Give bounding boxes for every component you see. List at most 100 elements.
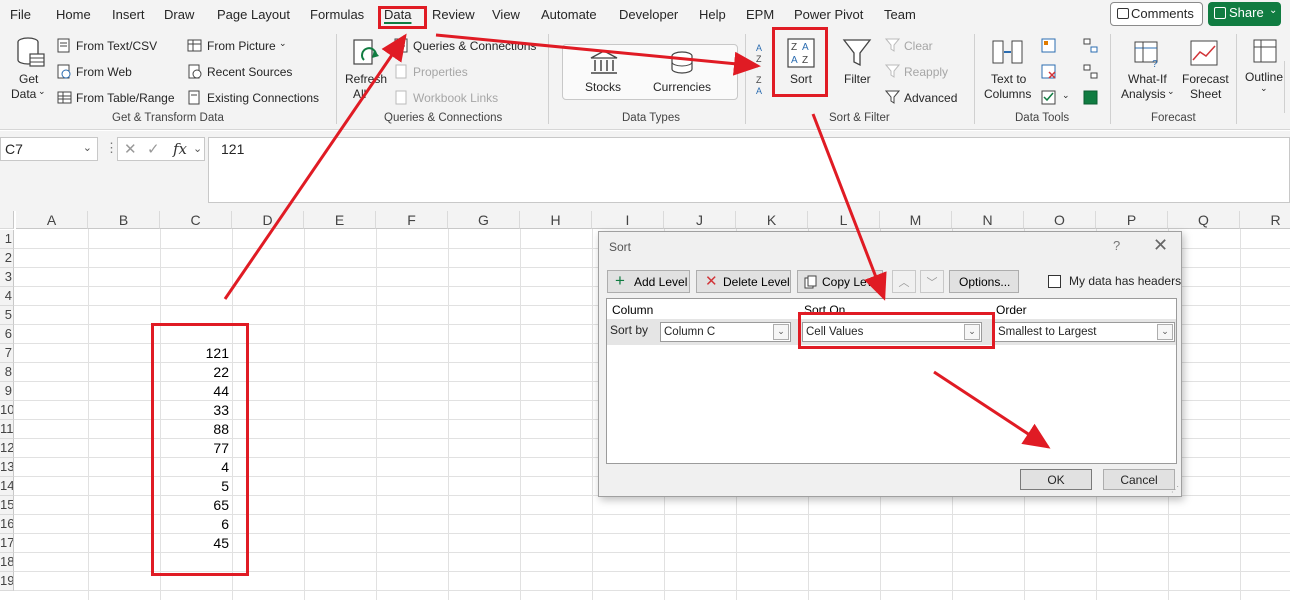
row-header-9[interactable]: 9 xyxy=(0,382,14,401)
cancel-button[interactable]: Cancel xyxy=(1103,469,1175,490)
column-select[interactable]: Column C ⌄ xyxy=(660,322,791,342)
row-header-5[interactable]: 5 xyxy=(0,306,14,325)
column-header-p[interactable]: P xyxy=(1096,211,1168,229)
row-header-17[interactable]: 17 xyxy=(0,534,14,553)
formula-input[interactable]: 121 xyxy=(208,137,1290,203)
row-header-3[interactable]: 3 xyxy=(0,268,14,287)
column-header-h[interactable]: H xyxy=(520,211,592,229)
row-header-15[interactable]: 15 xyxy=(0,496,14,515)
column-header-r[interactable]: R xyxy=(1240,211,1290,229)
menu-epm[interactable]: EPM xyxy=(746,7,774,22)
delete-level-button[interactable]: ✕ Delete Level xyxy=(696,270,791,293)
move-up-button[interactable]: ︿ xyxy=(892,270,916,293)
share-button[interactable]: Share ⌄ xyxy=(1208,2,1281,26)
menu-page-layout[interactable]: Page Layout xyxy=(217,7,290,22)
row-header-2[interactable]: 2 xyxy=(0,249,14,268)
recent-sources-button[interactable]: Recent Sources xyxy=(207,65,292,79)
row-header-14[interactable]: 14 xyxy=(0,477,14,496)
row-header-1[interactable]: 1 xyxy=(0,230,14,249)
column-header-e[interactable]: E xyxy=(304,211,376,229)
help-icon[interactable]: ? xyxy=(1113,238,1120,253)
stocks-button[interactable]: Stocks xyxy=(585,80,621,94)
cell-c10[interactable]: 33 xyxy=(160,401,232,420)
cell-c13[interactable]: 4 xyxy=(160,458,232,477)
cell-c16[interactable]: 6 xyxy=(160,515,232,534)
chevron-down-icon[interactable]: ⌄ xyxy=(193,142,202,155)
cell-c17[interactable]: 45 xyxy=(160,534,232,553)
cell-c11[interactable]: 88 xyxy=(160,420,232,439)
menu-team[interactable]: Team xyxy=(884,7,916,22)
comments-button[interactable]: Comments xyxy=(1110,2,1203,26)
from-table-range-button[interactable]: From Table/Range xyxy=(76,91,175,105)
my-data-has-headers-checkbox[interactable] xyxy=(1048,275,1061,288)
sort-level-row[interactable]: Sort by Column C ⌄ Cell Values ⌄ Smalles… xyxy=(607,319,1176,345)
order-select[interactable]: Smallest to Largest ⌄ xyxy=(994,322,1175,342)
options-button[interactable]: Options... xyxy=(949,270,1019,293)
sort-on-select[interactable]: Cell Values ⌄ xyxy=(802,322,982,342)
add-level-button[interactable]: + Add Level xyxy=(607,270,690,293)
workbook-links-button[interactable]: Workbook Links xyxy=(413,91,498,105)
menu-home[interactable]: Home xyxy=(56,7,91,22)
row-header-10[interactable]: 10 xyxy=(0,401,14,420)
row-header-4[interactable]: 4 xyxy=(0,287,14,306)
cell-c9[interactable]: 44 xyxy=(160,382,232,401)
cell-c14[interactable]: 5 xyxy=(160,477,232,496)
row-header-13[interactable]: 13 xyxy=(0,458,14,477)
menu-power-pivot[interactable]: Power Pivot xyxy=(794,7,863,22)
row-header-12[interactable]: 12 xyxy=(0,439,14,458)
column-header-j[interactable]: J xyxy=(664,211,736,229)
row-header-6[interactable]: 6 xyxy=(0,325,14,344)
column-header-f[interactable]: F xyxy=(376,211,448,229)
row-header-7[interactable]: 7 xyxy=(0,344,14,363)
row-header-16[interactable]: 16 xyxy=(0,515,14,534)
menu-automate[interactable]: Automate xyxy=(541,7,597,22)
menu-draw[interactable]: Draw xyxy=(164,7,194,22)
column-header-k[interactable]: K xyxy=(736,211,808,229)
column-header-g[interactable]: G xyxy=(448,211,520,229)
cell-c15[interactable]: 65 xyxy=(160,496,232,515)
menu-formulas[interactable]: Formulas xyxy=(310,7,364,22)
queries-connections-button[interactable]: Queries & Connections xyxy=(413,39,536,53)
menu-insert[interactable]: Insert xyxy=(112,7,145,22)
menu-help[interactable]: Help xyxy=(699,7,726,22)
column-header-c[interactable]: C xyxy=(160,211,232,229)
menu-developer[interactable]: Developer xyxy=(619,7,678,22)
confirm-entry-icon[interactable]: ✓ xyxy=(147,140,160,158)
from-text-csv-button[interactable]: From Text/CSV xyxy=(76,39,157,53)
row-header-19[interactable]: 19 xyxy=(0,572,14,591)
name-box[interactable]: C7 ⌄ xyxy=(0,137,98,161)
select-all-corner[interactable] xyxy=(0,211,14,229)
menu-file[interactable]: File xyxy=(10,7,31,22)
column-header-m[interactable]: M xyxy=(880,211,952,229)
copy-level-button[interactable]: Copy Level xyxy=(797,270,883,293)
resize-grip-icon[interactable]: ⋰ xyxy=(1171,485,1179,494)
advanced-button[interactable]: Advanced xyxy=(904,91,957,105)
ok-button[interactable]: OK xyxy=(1020,469,1092,490)
properties-button[interactable]: Properties xyxy=(413,65,468,79)
row-header-11[interactable]: 11 xyxy=(0,420,14,439)
column-header-a[interactable]: A xyxy=(16,211,88,229)
insert-function-icon[interactable]: fx xyxy=(173,140,187,158)
column-header-d[interactable]: D xyxy=(232,211,304,229)
move-down-button[interactable]: ﹀ xyxy=(920,270,944,293)
from-web-button[interactable]: From Web xyxy=(76,65,132,79)
gallery-scroll[interactable] xyxy=(1284,61,1290,113)
menu-view[interactable]: View xyxy=(492,7,520,22)
cell-c12[interactable]: 77 xyxy=(160,439,232,458)
column-header-l[interactable]: L xyxy=(808,211,880,229)
menu-data[interactable]: Data xyxy=(384,7,411,22)
column-header-b[interactable]: B xyxy=(88,211,160,229)
column-header-n[interactable]: N xyxy=(952,211,1024,229)
column-header-o[interactable]: O xyxy=(1024,211,1096,229)
menu-review[interactable]: Review xyxy=(432,7,475,22)
cell-c7[interactable]: 121 xyxy=(160,344,232,363)
currencies-button[interactable]: Currencies xyxy=(653,80,711,94)
chevron-down-icon[interactable]: ⌄ xyxy=(83,141,92,154)
from-picture-button[interactable]: From Picture xyxy=(207,39,276,53)
column-header-i[interactable]: I xyxy=(592,211,664,229)
cell-c8[interactable]: 22 xyxy=(160,363,232,382)
column-header-q[interactable]: Q xyxy=(1168,211,1240,229)
cancel-entry-icon[interactable]: ✕ xyxy=(124,140,137,158)
clear-button[interactable]: Clear xyxy=(904,39,933,53)
reapply-button[interactable]: Reapply xyxy=(904,65,948,79)
